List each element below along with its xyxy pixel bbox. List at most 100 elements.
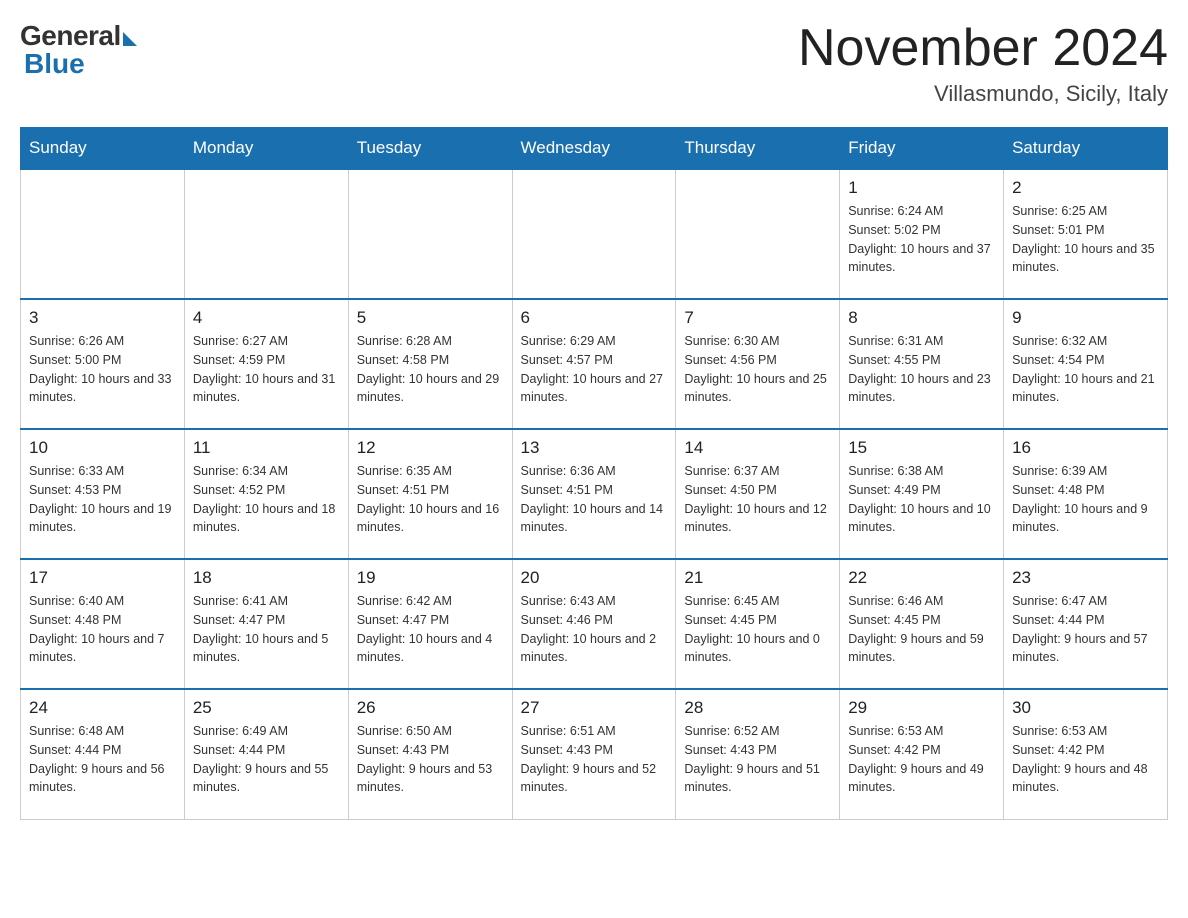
calendar-cell: 22 Sunrise: 6:46 AMSunset: 4:45 PMDayligh…: [840, 559, 1004, 689]
calendar-cell: 25Sunrise: 6:49 AMSunset: 4:44 PMDayligh…: [184, 689, 348, 819]
day-number: 11: [193, 438, 340, 458]
calendar-cell: 14Sunrise: 6:37 AMSunset: 4:50 PMDayligh…: [676, 429, 840, 559]
calendar-cell: 20 Sunrise: 6:43 AMSunset: 4:46 PMDayligh…: [512, 559, 676, 689]
day-info: Sunrise: 6:45 AMSunset: 4:45 PMDaylight:…: [684, 592, 831, 667]
day-number: 2: [1012, 178, 1159, 198]
month-title: November 2024: [798, 20, 1168, 77]
day-info: Sunrise: 6:29 AMSunset: 4:57 PMDaylight:…: [521, 332, 668, 407]
day-info: Sunrise: 6:53 AMSunset: 4:42 PMDaylight:…: [1012, 722, 1159, 797]
day-number: 16: [1012, 438, 1159, 458]
day-number: 3: [29, 308, 176, 328]
day-number: 6: [521, 308, 668, 328]
day-info: Sunrise: 6:34 AMSunset: 4:52 PMDaylight:…: [193, 462, 340, 537]
weekday-header-thursday: Thursday: [676, 128, 840, 170]
calendar-cell: [512, 169, 676, 299]
day-info: Sunrise: 6:31 AMSunset: 4:55 PMDaylight:…: [848, 332, 995, 407]
weekday-header-friday: Friday: [840, 128, 1004, 170]
day-number: 19: [357, 568, 504, 588]
day-number: 22: [848, 568, 995, 588]
logo: General Blue: [20, 20, 137, 80]
weekday-header-saturday: Saturday: [1004, 128, 1168, 170]
day-info: Sunrise: 6:30 AMSunset: 4:56 PMDaylight:…: [684, 332, 831, 407]
day-info: Sunrise: 6:28 AMSunset: 4:58 PMDaylight:…: [357, 332, 504, 407]
day-info: Sunrise: 6:40 AMSunset: 4:48 PMDaylight:…: [29, 592, 176, 667]
calendar-cell: 29 Sunrise: 6:53 AMSunset: 4:42 PMDayligh…: [840, 689, 1004, 819]
weekday-header-wednesday: Wednesday: [512, 128, 676, 170]
day-info: Sunrise: 6:36 AMSunset: 4:51 PMDaylight:…: [521, 462, 668, 537]
page-header: General Blue November 2024 Villasmundo, …: [20, 20, 1168, 107]
day-number: 18: [193, 568, 340, 588]
week-row-1: 1 Sunrise: 6:24 AMSunset: 5:02 PMDaylight…: [21, 169, 1168, 299]
calendar-cell: 1 Sunrise: 6:24 AMSunset: 5:02 PMDaylight…: [840, 169, 1004, 299]
day-number: 7: [684, 308, 831, 328]
weekday-header-row: SundayMondayTuesdayWednesdayThursdayFrid…: [21, 128, 1168, 170]
weekday-header-monday: Monday: [184, 128, 348, 170]
week-row-5: 24Sunrise: 6:48 AMSunset: 4:44 PMDayligh…: [21, 689, 1168, 819]
calendar-cell: 5 Sunrise: 6:28 AMSunset: 4:58 PMDaylight…: [348, 299, 512, 429]
day-info: Sunrise: 6:26 AMSunset: 5:00 PMDaylight:…: [29, 332, 176, 407]
calendar-cell: 18 Sunrise: 6:41 AMSunset: 4:47 PMDayligh…: [184, 559, 348, 689]
calendar-cell: [184, 169, 348, 299]
day-info: Sunrise: 6:42 AMSunset: 4:47 PMDaylight:…: [357, 592, 504, 667]
day-number: 4: [193, 308, 340, 328]
day-number: 10: [29, 438, 176, 458]
day-info: Sunrise: 6:25 AMSunset: 5:01 PMDaylight:…: [1012, 202, 1159, 277]
day-number: 21: [684, 568, 831, 588]
calendar-table: SundayMondayTuesdayWednesdayThursdayFrid…: [20, 127, 1168, 820]
calendar-cell: 17 Sunrise: 6:40 AMSunset: 4:48 PMDayligh…: [21, 559, 185, 689]
calendar-cell: 16 Sunrise: 6:39 AMSunset: 4:48 PMDayligh…: [1004, 429, 1168, 559]
calendar-cell: 27 Sunrise: 6:51 AMSunset: 4:43 PMDayligh…: [512, 689, 676, 819]
day-info: Sunrise: 6:38 AMSunset: 4:49 PMDaylight:…: [848, 462, 995, 537]
calendar-cell: 26 Sunrise: 6:50 AMSunset: 4:43 PMDayligh…: [348, 689, 512, 819]
day-info: Sunrise: 6:41 AMSunset: 4:47 PMDaylight:…: [193, 592, 340, 667]
day-number: 1: [848, 178, 995, 198]
calendar-cell: 4 Sunrise: 6:27 AMSunset: 4:59 PMDaylight…: [184, 299, 348, 429]
calendar-cell: 24Sunrise: 6:48 AMSunset: 4:44 PMDayligh…: [21, 689, 185, 819]
day-number: 9: [1012, 308, 1159, 328]
day-number: 29: [848, 698, 995, 718]
day-number: 25: [193, 698, 340, 718]
calendar-cell: 8 Sunrise: 6:31 AMSunset: 4:55 PMDaylight…: [840, 299, 1004, 429]
calendar-cell: 19 Sunrise: 6:42 AMSunset: 4:47 PMDayligh…: [348, 559, 512, 689]
calendar-cell: 28 Sunrise: 6:52 AMSunset: 4:43 PMDayligh…: [676, 689, 840, 819]
calendar-cell: 10Sunrise: 6:33 AMSunset: 4:53 PMDayligh…: [21, 429, 185, 559]
day-number: 8: [848, 308, 995, 328]
week-row-4: 17 Sunrise: 6:40 AMSunset: 4:48 PMDayligh…: [21, 559, 1168, 689]
calendar-cell: 2 Sunrise: 6:25 AMSunset: 5:01 PMDaylight…: [1004, 169, 1168, 299]
day-info: Sunrise: 6:32 AMSunset: 4:54 PMDaylight:…: [1012, 332, 1159, 407]
calendar-cell: 15 Sunrise: 6:38 AMSunset: 4:49 PMDayligh…: [840, 429, 1004, 559]
calendar-cell: 7 Sunrise: 6:30 AMSunset: 4:56 PMDaylight…: [676, 299, 840, 429]
day-info: Sunrise: 6:51 AMSunset: 4:43 PMDaylight:…: [521, 722, 668, 797]
day-info: Sunrise: 6:27 AMSunset: 4:59 PMDaylight:…: [193, 332, 340, 407]
calendar-cell: 6 Sunrise: 6:29 AMSunset: 4:57 PMDaylight…: [512, 299, 676, 429]
location-title: Villasmundo, Sicily, Italy: [798, 81, 1168, 107]
week-row-3: 10Sunrise: 6:33 AMSunset: 4:53 PMDayligh…: [21, 429, 1168, 559]
day-number: 15: [848, 438, 995, 458]
day-info: Sunrise: 6:50 AMSunset: 4:43 PMDaylight:…: [357, 722, 504, 797]
day-number: 27: [521, 698, 668, 718]
day-info: Sunrise: 6:43 AMSunset: 4:46 PMDaylight:…: [521, 592, 668, 667]
day-number: 13: [521, 438, 668, 458]
day-info: Sunrise: 6:46 AMSunset: 4:45 PMDaylight:…: [848, 592, 995, 667]
day-number: 23: [1012, 568, 1159, 588]
calendar-cell: 23Sunrise: 6:47 AMSunset: 4:44 PMDayligh…: [1004, 559, 1168, 689]
day-info: Sunrise: 6:53 AMSunset: 4:42 PMDaylight:…: [848, 722, 995, 797]
day-number: 5: [357, 308, 504, 328]
day-info: Sunrise: 6:48 AMSunset: 4:44 PMDaylight:…: [29, 722, 176, 797]
calendar-cell: 12Sunrise: 6:35 AMSunset: 4:51 PMDayligh…: [348, 429, 512, 559]
day-info: Sunrise: 6:52 AMSunset: 4:43 PMDaylight:…: [684, 722, 831, 797]
day-number: 28: [684, 698, 831, 718]
calendar-cell: 11 Sunrise: 6:34 AMSunset: 4:52 PMDayligh…: [184, 429, 348, 559]
day-number: 30: [1012, 698, 1159, 718]
day-number: 17: [29, 568, 176, 588]
calendar-cell: 13 Sunrise: 6:36 AMSunset: 4:51 PMDayligh…: [512, 429, 676, 559]
logo-blue-text: Blue: [24, 48, 85, 80]
day-info: Sunrise: 6:35 AMSunset: 4:51 PMDaylight:…: [357, 462, 504, 537]
calendar-cell: [21, 169, 185, 299]
day-number: 20: [521, 568, 668, 588]
day-info: Sunrise: 6:39 AMSunset: 4:48 PMDaylight:…: [1012, 462, 1159, 537]
day-number: 26: [357, 698, 504, 718]
day-info: Sunrise: 6:24 AMSunset: 5:02 PMDaylight:…: [848, 202, 995, 277]
calendar-cell: [676, 169, 840, 299]
weekday-header-sunday: Sunday: [21, 128, 185, 170]
